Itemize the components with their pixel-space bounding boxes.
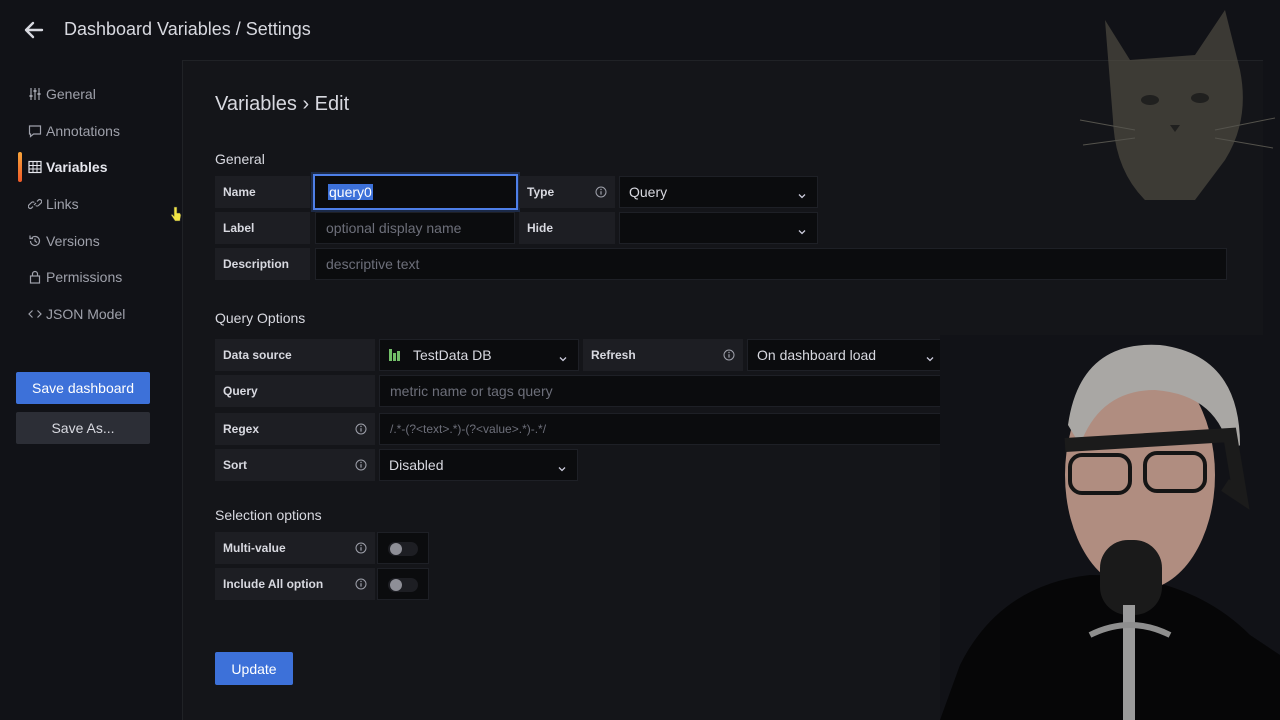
name-value: query0	[328, 184, 373, 200]
hide-label: Hide	[519, 212, 615, 244]
sidebar-item-permissions[interactable]: Permissions	[18, 263, 178, 291]
comment-icon	[28, 124, 42, 138]
section-title-selection-options: Selection options	[215, 507, 322, 523]
include-all-label: Include All option	[215, 568, 375, 600]
include-all-toggle[interactable]	[388, 578, 418, 592]
multi-value-label: Multi-value	[215, 532, 375, 564]
sidebar-item-variables[interactable]: Variables	[18, 152, 178, 182]
info-icon[interactable]	[355, 423, 367, 435]
type-label-text: Type	[527, 185, 555, 199]
sliders-icon	[28, 87, 42, 101]
sidebar-item-label: Versions	[46, 233, 100, 249]
code-icon	[28, 307, 42, 321]
sort-value: Disabled	[389, 457, 444, 473]
regex-label: Regex	[215, 413, 375, 445]
refresh-label-text: Refresh	[591, 348, 636, 362]
label-input[interactable]: optional display name	[315, 212, 515, 244]
sidebar-item-label: Variables	[46, 159, 108, 175]
sidebar-item-annotations[interactable]: Annotations	[18, 117, 178, 145]
info-icon[interactable]	[355, 542, 367, 554]
chevron-down-icon	[558, 351, 568, 362]
query-placeholder: metric name or tags query	[390, 383, 553, 399]
sidebar-item-versions[interactable]: Versions	[18, 227, 178, 255]
chevron-down-icon	[797, 224, 807, 235]
hide-select[interactable]	[619, 212, 818, 244]
sidebar-item-json-model[interactable]: JSON Model	[18, 300, 178, 328]
mouse-cursor-icon	[170, 206, 182, 222]
toggle-knob	[390, 579, 402, 591]
sidebar-item-general[interactable]: General	[18, 80, 178, 108]
lock-icon	[28, 270, 42, 284]
query-label: Query	[215, 375, 375, 407]
description-placeholder: descriptive text	[326, 256, 420, 272]
sidebar-item-links[interactable]: Links	[18, 190, 178, 218]
sidebar-item-label: Permissions	[46, 269, 123, 285]
label-label: Label	[215, 212, 310, 244]
description-label: Description	[215, 248, 310, 280]
page-title: Dashboard Variables / Settings	[64, 19, 311, 39]
webcam-presenter-image	[940, 335, 1280, 720]
section-title-query-options: Query Options	[215, 310, 306, 326]
type-select[interactable]: Query	[619, 176, 818, 208]
page-heading: Variables › Edit	[215, 93, 350, 115]
name-label: Name	[215, 176, 310, 208]
type-value: Query	[629, 184, 668, 200]
chevron-down-icon	[797, 188, 807, 199]
settings-sidebar: General Annotations Variables Links Vers…	[0, 60, 182, 720]
testdata-datasource-icon	[389, 349, 403, 361]
section-title-general: General	[215, 151, 265, 167]
sidebar-item-label: General	[46, 86, 96, 102]
regex-label-text: Regex	[223, 422, 260, 436]
label-placeholder: optional display name	[326, 220, 462, 236]
datasource-label: Data source	[215, 339, 375, 371]
save-dashboard-button[interactable]: Save dashboard	[16, 372, 150, 404]
multi-value-toggle[interactable]	[388, 542, 418, 556]
info-icon[interactable]	[595, 186, 607, 198]
refresh-label: Refresh	[583, 339, 743, 371]
type-label: Type	[519, 176, 615, 208]
chevron-down-icon	[925, 351, 935, 362]
sidebar-item-label: Links	[46, 196, 79, 212]
sort-label-text: Sort	[223, 458, 247, 472]
refresh-value: On dashboard load	[757, 347, 877, 363]
sort-label: Sort	[215, 449, 375, 481]
include-all-label-text: Include All option	[223, 577, 324, 591]
history-icon	[28, 234, 42, 248]
multi-value-switch-container	[377, 532, 429, 564]
update-button[interactable]: Update	[215, 652, 293, 685]
cat-watermark-image	[1079, 10, 1276, 200]
back-arrow-icon[interactable]	[22, 18, 46, 42]
info-icon[interactable]	[723, 349, 735, 361]
info-icon[interactable]	[355, 578, 367, 590]
sidebar-item-label: Annotations	[46, 123, 120, 139]
name-input[interactable]: query0	[313, 174, 518, 210]
table-icon	[28, 160, 42, 174]
info-icon[interactable]	[355, 459, 367, 471]
chevron-down-icon	[557, 461, 567, 472]
multi-value-label-text: Multi-value	[223, 541, 286, 555]
link-icon	[28, 197, 42, 211]
toggle-knob	[390, 543, 402, 555]
datasource-value: TestData DB	[413, 347, 492, 363]
description-input[interactable]: descriptive text	[315, 248, 1227, 280]
save-as-button[interactable]: Save As...	[16, 412, 150, 444]
refresh-select[interactable]: On dashboard load	[747, 339, 946, 371]
sidebar-item-label: JSON Model	[46, 306, 126, 322]
datasource-select[interactable]: TestData DB	[379, 339, 579, 371]
sort-select[interactable]: Disabled	[379, 449, 578, 481]
regex-placeholder: /.*-(?<text>.*)-(?<value>.*)-.*/	[390, 422, 547, 436]
include-all-switch-container	[377, 568, 429, 600]
